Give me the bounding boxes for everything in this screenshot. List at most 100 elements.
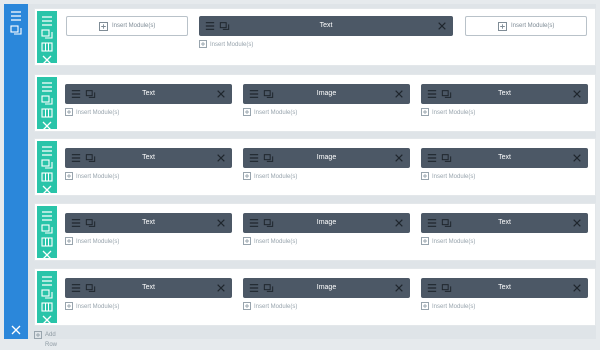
close-icon[interactable] xyxy=(41,249,53,261)
module[interactable]: Image xyxy=(243,84,410,104)
row-settings-bar xyxy=(37,141,57,196)
module[interactable]: Text xyxy=(199,16,453,36)
module-label: Text xyxy=(498,90,511,97)
close-icon[interactable] xyxy=(216,89,226,99)
plus-icon xyxy=(498,22,507,31)
plus-icon xyxy=(243,237,251,245)
insert-module-label: Insert Module(s) xyxy=(76,304,120,310)
row: Text Insert Module(s) Image Insert Module(s… xyxy=(34,268,596,326)
module-label: Text xyxy=(498,219,511,226)
duplicate-icon[interactable] xyxy=(41,223,53,235)
module[interactable]: Image xyxy=(243,213,410,233)
close-icon[interactable] xyxy=(572,283,582,293)
plus-icon xyxy=(243,172,251,180)
module-label: Text xyxy=(142,219,155,226)
insert-module-label: Insert Module(s) xyxy=(511,23,555,29)
hamburger-icon[interactable] xyxy=(41,275,53,287)
section-settings-bar xyxy=(4,4,28,339)
close-icon[interactable] xyxy=(572,218,582,228)
plus-icon xyxy=(421,108,429,116)
close-icon[interactable] xyxy=(572,89,582,99)
plus-icon xyxy=(65,237,73,245)
row: Text Insert Module(s) Image Insert Module(s… xyxy=(34,74,596,132)
insert-module-label: Insert Module(s) xyxy=(432,304,476,310)
module[interactable]: Image xyxy=(243,148,410,168)
close-icon[interactable] xyxy=(394,153,404,163)
add-row-label: Add Row xyxy=(45,332,58,348)
column: Image Insert Module(s) xyxy=(243,213,410,253)
module-label: Image xyxy=(316,219,337,226)
module[interactable]: Text xyxy=(421,148,588,168)
close-icon[interactable] xyxy=(394,89,404,99)
close-icon[interactable] xyxy=(10,324,22,336)
insert-module-label: Insert Module(s) xyxy=(432,174,476,180)
duplicate-icon[interactable] xyxy=(41,28,53,40)
row: Insert Module(s) Text Insert Module(s) Inse… xyxy=(34,8,596,66)
close-icon[interactable] xyxy=(41,314,53,326)
column: Text Insert Module(s) xyxy=(421,84,588,124)
column: Text Insert Module(s) xyxy=(65,278,232,318)
hamburger-icon[interactable] xyxy=(41,145,53,157)
module-label: Text xyxy=(142,284,155,291)
module-label: Image xyxy=(316,284,337,291)
close-icon[interactable] xyxy=(216,283,226,293)
module-label: Text xyxy=(498,284,511,291)
insert-module-label: Insert Module(s) xyxy=(254,174,298,180)
duplicate-icon[interactable] xyxy=(41,94,53,106)
insert-module-label: Insert Module(s) xyxy=(112,23,156,29)
plus-icon xyxy=(99,22,108,31)
module[interactable]: Text xyxy=(65,213,232,233)
insert-module-label: Insert Module(s) xyxy=(432,239,476,245)
close-icon[interactable] xyxy=(394,218,404,228)
insert-module-label: Insert Module(s) xyxy=(210,42,254,48)
plus-icon xyxy=(34,331,42,339)
insert-module-button[interactable]: Insert Module(s) xyxy=(66,16,188,36)
column: Image Insert Module(s) xyxy=(243,84,410,124)
close-icon[interactable] xyxy=(394,283,404,293)
close-icon[interactable] xyxy=(437,21,447,31)
columns-icon[interactable] xyxy=(41,41,53,53)
module-label: Image xyxy=(316,154,337,161)
plus-icon xyxy=(243,302,251,310)
close-icon[interactable] xyxy=(41,120,53,132)
insert-module-label: Insert Module(s) xyxy=(254,304,298,310)
insert-module-label: Insert Module(s) xyxy=(76,110,120,116)
plus-icon xyxy=(421,302,429,310)
module[interactable]: Text xyxy=(65,278,232,298)
duplicate-icon[interactable] xyxy=(41,288,53,300)
hamburger-icon[interactable] xyxy=(41,210,53,222)
row: Text Insert Module(s) Image Insert Module(s… xyxy=(34,138,596,196)
module[interactable]: Text xyxy=(421,84,588,104)
column: Text Insert Module(s) xyxy=(199,16,453,56)
columns-icon[interactable] xyxy=(41,301,53,313)
duplicate-icon[interactable] xyxy=(10,24,22,36)
insert-module-button[interactable]: Insert Module(s) xyxy=(465,16,587,36)
column: Image Insert Module(s) xyxy=(243,148,410,188)
module-label: Image xyxy=(316,90,337,97)
column: Text Insert Module(s) xyxy=(65,84,232,124)
column: Insert Module(s) xyxy=(66,16,188,56)
hamburger-icon[interactable] xyxy=(41,81,53,93)
plus-icon xyxy=(421,172,429,180)
duplicate-icon[interactable] xyxy=(41,158,53,170)
close-icon[interactable] xyxy=(41,54,53,66)
module[interactable]: Image xyxy=(243,278,410,298)
row-settings-bar xyxy=(37,11,57,66)
columns-icon[interactable] xyxy=(41,236,53,248)
column: Image Insert Module(s) xyxy=(243,278,410,318)
hamburger-icon[interactable] xyxy=(10,10,22,22)
close-icon[interactable] xyxy=(572,153,582,163)
insert-module-label: Insert Module(s) xyxy=(76,174,120,180)
module[interactable]: Text xyxy=(421,213,588,233)
module[interactable]: Text xyxy=(65,84,232,104)
module-label: Text xyxy=(319,22,333,29)
hamburger-icon[interactable] xyxy=(41,15,53,27)
columns-icon[interactable] xyxy=(41,171,53,183)
close-icon[interactable] xyxy=(216,153,226,163)
columns-icon[interactable] xyxy=(41,107,53,119)
module[interactable]: Text xyxy=(421,278,588,298)
module[interactable]: Text xyxy=(65,148,232,168)
close-icon[interactable] xyxy=(216,218,226,228)
close-icon[interactable] xyxy=(41,184,53,196)
insert-module-label: Insert Module(s) xyxy=(76,239,120,245)
